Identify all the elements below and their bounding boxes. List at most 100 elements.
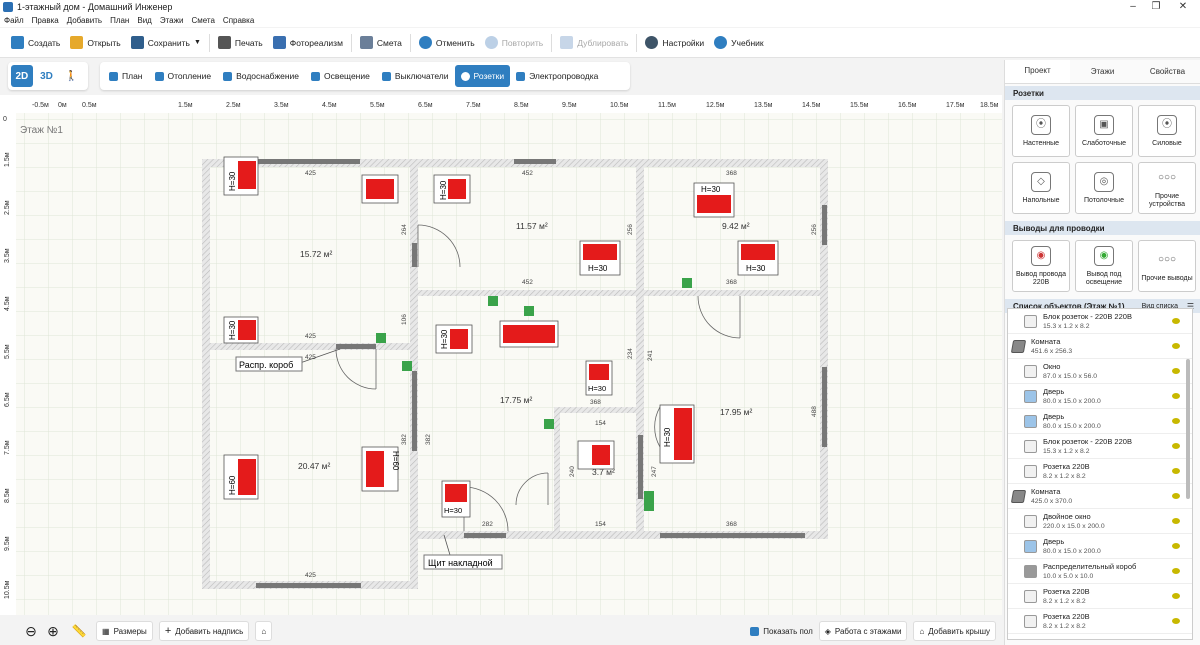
layer-sockets[interactable]: Розетки bbox=[454, 65, 511, 87]
menu-help[interactable]: Справка bbox=[219, 16, 258, 25]
layer-switches[interactable]: Выключатели bbox=[376, 65, 455, 87]
separator bbox=[551, 33, 553, 52]
tab-properties[interactable]: Свойства bbox=[1135, 60, 1200, 83]
maximize-icon[interactable]: ❐ bbox=[1143, 0, 1169, 14]
list-item[interactable]: Комната 451.6 x 256.3 bbox=[1008, 334, 1192, 359]
socket-block: H=30 bbox=[441, 480, 471, 518]
estimate-button[interactable]: Смета bbox=[355, 31, 407, 55]
ruler-h-label: 0м bbox=[58, 102, 67, 109]
redo-button[interactable]: Повторить bbox=[480, 31, 549, 55]
eye-icon[interactable] bbox=[1172, 618, 1180, 624]
menu-file[interactable]: Файл bbox=[0, 16, 28, 25]
list-item[interactable]: Блок розеток - 220В 220В 15.3 x 1.2 x 8.2 bbox=[1008, 434, 1192, 459]
ruler-h-label: 4.5м bbox=[322, 102, 337, 109]
list-scrollbar[interactable] bbox=[1186, 359, 1190, 499]
layer-wiring[interactable]: Электропроводка bbox=[510, 65, 604, 87]
print-button[interactable]: Печать bbox=[213, 31, 268, 55]
list-item[interactable]: Дверь 80.0 x 15.0 x 200.0 bbox=[1008, 534, 1192, 559]
show-floor-toggle[interactable]: Показать пол bbox=[750, 626, 813, 636]
socket-block: H=30 bbox=[433, 174, 471, 204]
outlet-other-card[interactable]: ○○○ Прочие выводы bbox=[1138, 240, 1196, 292]
menu-view[interactable]: Вид bbox=[133, 16, 155, 25]
chevron-down-icon[interactable]: ▼ bbox=[194, 39, 201, 46]
socket-power-card[interactable]: ⦿ Силовые bbox=[1138, 105, 1196, 157]
svg-text:H=30: H=30 bbox=[228, 171, 237, 191]
outlet-220-card[interactable]: ◉ Вывод провода 220В bbox=[1012, 240, 1070, 292]
layer-lighting[interactable]: Освещение bbox=[305, 65, 376, 87]
help-icon bbox=[714, 36, 728, 49]
dimension-label: 264 bbox=[401, 224, 408, 235]
list-item[interactable]: Двойное окно 220.0 x 15.0 x 200.0 bbox=[1008, 509, 1192, 534]
checkbox-icon[interactable] bbox=[750, 626, 760, 636]
menu-estimate[interactable]: Смета bbox=[187, 16, 218, 25]
eye-icon[interactable] bbox=[1172, 368, 1180, 374]
list-item[interactable]: Дверь 80.0 x 15.0 x 200.0 bbox=[1008, 409, 1192, 434]
eye-icon[interactable] bbox=[1172, 393, 1180, 399]
layer-heating[interactable]: Отопление bbox=[149, 65, 218, 87]
tab-project[interactable]: Проект bbox=[1005, 60, 1070, 83]
plan-icon bbox=[109, 71, 118, 81]
list-item[interactable]: Розетка 220В 8.2 x 1.2 x 8.2 bbox=[1008, 584, 1192, 609]
menu-edit[interactable]: Правка bbox=[28, 16, 63, 25]
socket-ceiling-card[interactable]: ◎ Потолочные bbox=[1075, 162, 1133, 214]
create-button[interactable]: Создать bbox=[6, 31, 65, 55]
eye-icon[interactable] bbox=[1172, 418, 1180, 424]
photorealism-button[interactable]: Фотореализм bbox=[268, 31, 348, 55]
list-item[interactable]: Розетка 220В 8.2 x 1.2 x 8.2 bbox=[1008, 459, 1192, 484]
duplicate-button[interactable]: Дублировать bbox=[555, 31, 633, 55]
tutorial-button[interactable]: Учебник bbox=[709, 31, 769, 55]
svg-text:H=60: H=60 bbox=[391, 451, 400, 471]
socket-lowcurrent-card[interactable]: ▣ Слаботочные bbox=[1075, 105, 1133, 157]
dimension-label: 234 bbox=[627, 348, 634, 359]
dimension-label: 368 bbox=[726, 521, 737, 528]
open-button[interactable]: Открыть bbox=[65, 31, 125, 55]
mode-3d-button[interactable]: 3D bbox=[36, 65, 58, 87]
eye-icon[interactable] bbox=[1172, 518, 1180, 524]
layer-water[interactable]: Водоснабжение bbox=[217, 65, 305, 87]
socket-other-card[interactable]: ○○○ Прочие устройства bbox=[1138, 162, 1196, 214]
eye-icon[interactable] bbox=[1172, 318, 1180, 324]
ruler-h-label: 16.5м bbox=[898, 102, 917, 109]
save-button[interactable]: Сохранить ▼ bbox=[126, 31, 206, 55]
home-button[interactable]: ⌂ bbox=[255, 621, 273, 641]
floor-plan-canvas[interactable]: -0.5м 0м 0.5м 1.5м 2.5м 3.5м 4.5м 5.5м 6… bbox=[0, 95, 1002, 615]
list-item[interactable]: Розетка 220В 8.2 x 1.2 x 8.2 bbox=[1008, 609, 1192, 634]
list-item[interactable]: Блок розеток - 220В 220В 15.3 x 1.2 x 8.2 bbox=[1008, 309, 1192, 334]
menu-floors[interactable]: Этажи bbox=[156, 16, 188, 25]
eye-icon[interactable] bbox=[1172, 593, 1180, 599]
add-label-button[interactable]: + Добавить надпись bbox=[158, 621, 250, 641]
eye-icon[interactable] bbox=[1172, 468, 1180, 474]
ruler-icon[interactable]: 📏 bbox=[70, 622, 88, 640]
eye-icon[interactable] bbox=[1172, 443, 1180, 449]
zoom-in-icon[interactable]: ⊕ bbox=[44, 622, 62, 640]
add-roof-button[interactable]: ⌂ Добавить крышу bbox=[913, 621, 996, 641]
socket-floor-card[interactable]: ◇ Напольные bbox=[1012, 162, 1070, 214]
list-item[interactable]: Комната 425.0 x 370.0 bbox=[1008, 484, 1192, 509]
list-item[interactable]: Распределительный короб 10.0 x 5.0 x 10.0 bbox=[1008, 559, 1192, 584]
walk-mode-icon[interactable]: 🚶 bbox=[60, 65, 82, 87]
tab-floors[interactable]: Этажи bbox=[1070, 60, 1135, 83]
mode-2d-button[interactable]: 2D bbox=[11, 65, 33, 87]
zoom-out-icon[interactable]: ⊖ bbox=[22, 622, 40, 640]
dimensions-button[interactable]: ▦ Размеры bbox=[96, 621, 153, 641]
dimension-label: 256 bbox=[627, 224, 634, 235]
undo-button[interactable]: Отменить bbox=[414, 31, 480, 55]
outlet-light-card[interactable]: ◉ Вывод под освещение bbox=[1075, 240, 1133, 292]
eye-icon[interactable] bbox=[1172, 343, 1180, 349]
more-icon: ○○○ bbox=[1157, 171, 1177, 183]
svg-text:Щит накладной: Щит накладной bbox=[428, 558, 493, 568]
list-item[interactable]: Дверь 80.0 x 15.0 x 200.0 bbox=[1008, 384, 1192, 409]
eye-icon[interactable] bbox=[1172, 543, 1180, 549]
close-icon[interactable]: ✕ bbox=[1170, 0, 1196, 14]
more-icon: ○○○ bbox=[1157, 253, 1177, 265]
socket-wall-card[interactable]: ⦿ Настенные bbox=[1012, 105, 1070, 157]
settings-button[interactable]: Настройки bbox=[640, 31, 709, 55]
layer-plan[interactable]: План bbox=[103, 65, 149, 87]
eye-icon[interactable] bbox=[1172, 493, 1180, 499]
floors-work-button[interactable]: ◈ Работа с этажами bbox=[818, 621, 908, 641]
menu-add[interactable]: Добавить bbox=[63, 16, 106, 25]
lightning-icon bbox=[516, 71, 526, 81]
list-item[interactable]: Окно 87.0 x 15.0 x 56.0 bbox=[1008, 359, 1192, 384]
eye-icon[interactable] bbox=[1172, 568, 1180, 574]
menu-plan[interactable]: План bbox=[106, 16, 133, 25]
